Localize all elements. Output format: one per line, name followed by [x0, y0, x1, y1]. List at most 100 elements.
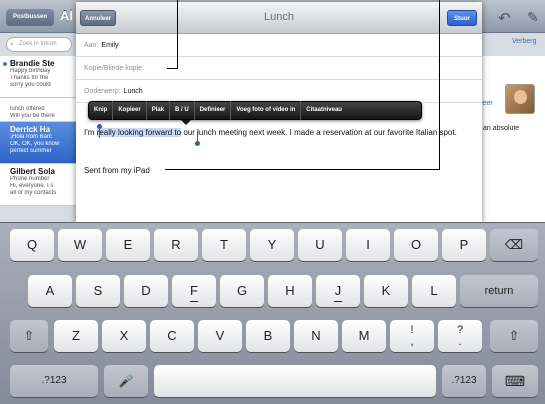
message-preview-line: sorry you could [10, 82, 51, 88]
message-item[interactable]: Brandie Ste Happy birthday Thanks for th… [0, 56, 76, 98]
bold-underline-menu-item[interactable]: B / U [170, 101, 195, 120]
message-preview-line: ¡Hola from Barc [10, 134, 53, 140]
cc-bcc-field[interactable]: Kopie/Blinde kopie: [76, 57, 482, 80]
message-body[interactable]: I'm really looking forward to our lunch … [84, 128, 476, 138]
key-comma-label: , [410, 336, 414, 348]
unread-dot [3, 62, 7, 66]
message-preview-line: Hi, everyone. I s [10, 183, 54, 189]
search-placeholder: Zoek in Inkom [19, 41, 57, 47]
message-list: Brandie Ste Happy birthday Thanks for th… [0, 56, 76, 206]
key-a[interactable]: A [28, 275, 72, 307]
key-c[interactable]: C [150, 320, 194, 352]
key-f[interactable]: F [172, 275, 216, 307]
paste-menu-item[interactable]: Plak [147, 101, 171, 120]
cut-menu-item[interactable]: Knip [89, 101, 114, 120]
key-v[interactable]: V [198, 320, 242, 352]
cc-bcc-label: Kopie/Blinde kopie: [84, 65, 144, 72]
message-preview-line: Happy birthday [10, 68, 51, 74]
to-field[interactable]: Aan: Emily [76, 34, 482, 57]
shift-key-left[interactable]: ⇧ [10, 320, 48, 352]
define-menu-item[interactable]: Definieer [195, 101, 232, 120]
message-sender: Brandie Ste [10, 59, 55, 68]
callout-line [165, 169, 440, 170]
keyboard-icon: ⌨ [504, 373, 526, 389]
space-bar[interactable] [154, 365, 436, 397]
hide-link[interactable]: Verberg [512, 38, 537, 45]
numbers-key-right[interactable]: .?123 [442, 365, 486, 397]
selected-text[interactable]: really looking forward to [96, 128, 182, 137]
key-m[interactable]: M [342, 320, 386, 352]
subject-field[interactable]: Onderwerp: Lunch [76, 80, 482, 103]
detail-link[interactable]: ieer [481, 100, 493, 107]
message-preview-line: OK, OK, you know [10, 141, 60, 147]
key-question-period[interactable]: ? . [438, 320, 482, 352]
compose-title: Lunch [264, 11, 294, 23]
selection-start-handle[interactable] [97, 124, 102, 138]
key-u[interactable]: U [298, 229, 342, 261]
key-n[interactable]: N [294, 320, 338, 352]
message-preview-line: lunch offered [10, 106, 45, 112]
mailboxes-back-button[interactable]: Postbussen [6, 9, 54, 26]
key-r[interactable]: R [154, 229, 198, 261]
shift-icon: ⇧ [23, 328, 35, 343]
send-button[interactable]: Stuur [447, 10, 477, 26]
key-q[interactable]: Q [10, 229, 54, 261]
key-j-label: J [334, 283, 342, 298]
key-g[interactable]: G [220, 275, 264, 307]
message-preview-line: Thanks for the [10, 75, 49, 81]
subject-value: Lunch [123, 88, 143, 95]
insert-photo-video-menu-item[interactable]: Voeg foto of video in [231, 101, 302, 120]
callout-line [439, 0, 440, 170]
key-i[interactable]: I [346, 229, 390, 261]
subject-label: Onderwerp: [84, 88, 121, 95]
key-z[interactable]: Z [54, 320, 98, 352]
key-f-label: F [190, 283, 198, 298]
numbers-key-left[interactable]: .?123 [10, 365, 98, 397]
key-period-label: . [458, 336, 462, 348]
compose-toolbar: Annuleer Lunch Stuur [76, 2, 482, 34]
key-j[interactable]: J [316, 275, 360, 307]
key-p[interactable]: P [442, 229, 486, 261]
detail-text: an absolute [483, 125, 520, 132]
shift-icon: ⇧ [508, 328, 520, 343]
key-d[interactable]: D [124, 275, 168, 307]
backspace-key[interactable]: ⌫ [490, 229, 538, 261]
body-text-start: I'm [84, 128, 97, 137]
key-exclamation-comma[interactable]: ! , [390, 320, 434, 352]
message-preview-line: all of my contacts [10, 190, 57, 196]
quote-level-menu-item[interactable]: Citaatniveau [301, 101, 347, 120]
return-key[interactable]: return [460, 275, 538, 307]
backspace-icon: ⌫ [504, 237, 524, 252]
dictation-key[interactable]: 🎤 [104, 365, 148, 397]
hide-keyboard-key[interactable]: ⌨ [492, 365, 538, 397]
key-y[interactable]: Y [250, 229, 294, 261]
message-item[interactable]: lunch offered Will you be there [0, 98, 76, 122]
message-item-selected[interactable]: Derrick Ha ¡Hola from Barc OK, OK, you k… [0, 122, 76, 164]
search-icon: ⌕ [10, 41, 14, 48]
message-item[interactable]: Gilbert Sola Phone number Hi, everyone. … [0, 164, 76, 206]
mail-search-input[interactable]: ⌕ Zoek in Inkom [6, 37, 72, 52]
body-text-end: our lunch meeting next week. I made a re… [181, 128, 457, 137]
key-e[interactable]: E [106, 229, 150, 261]
key-x[interactable]: X [102, 320, 146, 352]
key-s[interactable]: S [76, 275, 120, 307]
selection-end-handle[interactable] [195, 131, 200, 146]
key-k[interactable]: K [364, 275, 408, 307]
key-t[interactable]: T [202, 229, 246, 261]
message-sender: Derrick Ha [10, 125, 51, 134]
key-b[interactable]: B [246, 320, 290, 352]
shift-key-right[interactable]: ⇧ [490, 320, 538, 352]
homing-bar [334, 301, 342, 302]
key-h[interactable]: H [268, 275, 312, 307]
key-w[interactable]: W [58, 229, 102, 261]
key-o[interactable]: O [394, 229, 438, 261]
message-preview-line: Phone number [10, 176, 50, 182]
homing-bar [190, 301, 198, 302]
compose-sheet: Annuleer Lunch Stuur Aan: Emily Kopie/Bli… [76, 2, 482, 224]
compose-icon[interactable]: ✎ [527, 9, 539, 26]
message-detail-pane [481, 56, 545, 222]
message-preview-line: Will you be there [10, 113, 55, 119]
key-l[interactable]: L [412, 275, 456, 307]
reply-icon[interactable]: ↶ [498, 9, 511, 27]
copy-menu-item[interactable]: Kopieer [113, 101, 147, 120]
